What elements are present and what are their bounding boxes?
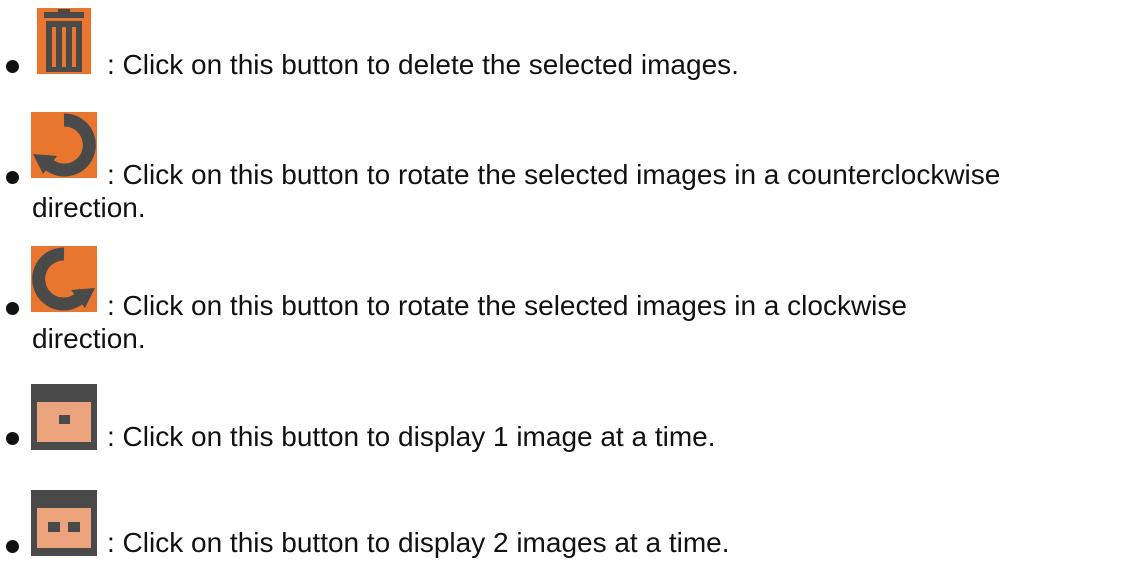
item-text-continued: direction. — [32, 192, 146, 223]
two-image-view-icon[interactable] — [31, 490, 97, 556]
list-item-rotate-ccw: : Click on this button to rotate the sel… — [0, 110, 1137, 223]
bullet — [6, 171, 19, 184]
item-text: : Click on this button to display 2 imag… — [107, 527, 730, 558]
item-text: : Click on this button to display 1 imag… — [107, 421, 716, 452]
single-image-view-icon[interactable] — [31, 384, 97, 450]
list-item-single-view: : Click on this button to display 1 imag… — [0, 380, 1137, 470]
rotate-clockwise-icon[interactable] — [31, 246, 97, 312]
item-text-continued: direction. — [32, 323, 146, 354]
bullet — [6, 540, 19, 553]
list-item-rotate-cw: : Click on this button to rotate the sel… — [0, 244, 1137, 354]
item-text: : Click on this button to rotate the sel… — [107, 159, 1001, 190]
bullet — [6, 302, 19, 315]
bullet — [6, 432, 19, 445]
item-text: : Click on this button to rotate the sel… — [107, 290, 907, 321]
list-item-delete: : Click on this button to delete the sel… — [0, 0, 1137, 90]
bullet — [6, 60, 19, 73]
rotate-counterclockwise-icon[interactable] — [31, 112, 97, 178]
item-text: : Click on this button to delete the sel… — [107, 49, 739, 80]
list-item-two-view: : Click on this button to display 2 imag… — [0, 470, 1137, 561]
trash-can-icon[interactable] — [31, 8, 97, 74]
